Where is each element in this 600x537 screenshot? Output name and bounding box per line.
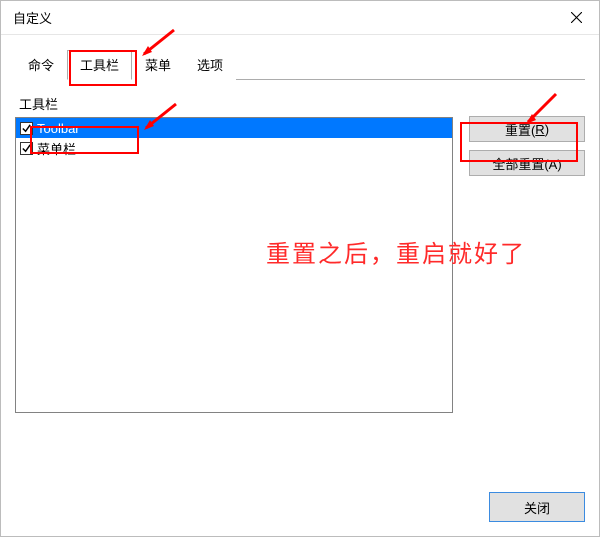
- check-icon: [21, 143, 32, 154]
- list-item[interactable]: 菜单栏: [16, 138, 452, 158]
- dialog-window: 自定义 命令 工具栏 菜单 选项 工具栏 Toolbar: [0, 0, 600, 537]
- client-area: 命令 工具栏 菜单 选项 工具栏 Toolbar: [1, 35, 599, 482]
- bottom-bar: 关闭: [1, 482, 599, 536]
- window-title: 自定义: [13, 8, 52, 27]
- titlebar: 自定义: [1, 1, 599, 35]
- checkbox[interactable]: [20, 122, 33, 135]
- check-icon: [21, 123, 32, 134]
- reset-button-mnemonic: R: [535, 122, 544, 137]
- toolbar-listbox[interactable]: Toolbar 菜单栏: [15, 117, 453, 413]
- checkbox[interactable]: [20, 142, 33, 155]
- reset-button-prefix: 重置(: [505, 120, 535, 139]
- close-dialog-button[interactable]: 关闭: [489, 492, 585, 522]
- tab-options[interactable]: 选项: [184, 50, 236, 80]
- reset-button-suffix: ): [545, 122, 549, 137]
- tabbody: 工具栏 Toolbar 菜单栏: [15, 80, 585, 413]
- reset-all-button[interactable]: 全部重置(A): [469, 150, 585, 176]
- close-button[interactable]: [553, 1, 599, 35]
- list-item-label: 菜单栏: [37, 139, 76, 158]
- close-icon: [571, 12, 582, 23]
- list-item[interactable]: Toolbar: [16, 118, 452, 138]
- tab-menus[interactable]: 菜单: [132, 50, 184, 80]
- tab-commands[interactable]: 命令: [15, 50, 67, 80]
- group-label-toolbars: 工具栏: [15, 94, 453, 117]
- list-item-label: Toolbar: [37, 121, 80, 136]
- left-column: 工具栏 Toolbar 菜单栏: [15, 94, 453, 413]
- tab-toolbars[interactable]: 工具栏: [67, 50, 132, 80]
- reset-button[interactable]: 重置(R): [469, 116, 585, 142]
- tabstrip: 命令 工具栏 菜单 选项: [15, 49, 585, 80]
- right-column: 重置(R) 全部重置(A): [469, 94, 585, 413]
